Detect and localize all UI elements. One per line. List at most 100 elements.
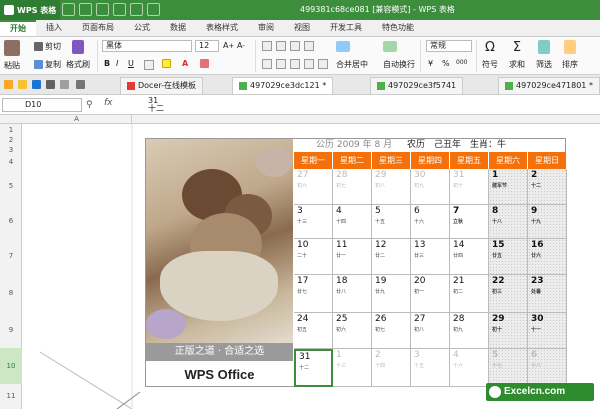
row-5-header[interactable]: 5 [0, 168, 22, 204]
calendar-day-cell[interactable]: 27 初八 [411, 313, 450, 349]
calendar-day-cell[interactable]: 22 初三 [489, 275, 528, 313]
calendar-day-cell[interactable]: 28 初七 [333, 169, 372, 205]
align-center-icon[interactable] [276, 59, 286, 69]
tab-developer[interactable]: 开发工具 [320, 20, 372, 36]
name-box[interactable]: D10 [2, 98, 82, 112]
align-bottom-icon[interactable] [290, 41, 300, 51]
calendar-day-cell[interactable]: 20 初一 [411, 275, 450, 313]
font-color-button[interactable]: A [182, 59, 188, 68]
calendar-day-cell[interactable]: 29 初八 [372, 169, 411, 205]
calendar-day-cell[interactable]: 31 十二 [294, 349, 333, 387]
row-11-header[interactable]: 11 [0, 384, 22, 409]
row-9-header[interactable]: 9 [0, 312, 22, 348]
tab-review[interactable]: 审阅 [248, 20, 284, 36]
tab-view[interactable]: 视图 [284, 20, 320, 36]
align-middle-icon[interactable] [276, 41, 286, 51]
formula-input[interactable]: 31 十二 [148, 97, 164, 113]
row-3-header[interactable]: 3 [0, 144, 22, 156]
doc-tab-1[interactable]: 497029ce3dc121 * [232, 77, 334, 94]
column-a-header[interactable]: A [22, 115, 132, 123]
orientation-icon[interactable] [304, 41, 314, 51]
calendar-day-cell[interactable]: 5 十七 [489, 349, 528, 387]
calendar-day-cell[interactable]: 14 廿四 [450, 239, 489, 275]
home-icon[interactable] [4, 80, 15, 89]
wrap-text-icon-wrap[interactable] [383, 41, 397, 52]
calendar-day-cell[interactable]: 10 二十 [294, 239, 333, 275]
calendar-day-cell[interactable]: 31 初十 [450, 169, 489, 205]
calendar-day-cell[interactable]: 2 十二 [528, 169, 567, 205]
calendar-day-cell[interactable]: 8 十八 [489, 205, 528, 239]
bold-button[interactable]: B [104, 59, 110, 68]
font-size-select[interactable]: 12 [195, 40, 219, 52]
redo-icon[interactable] [147, 3, 160, 16]
calendar-day-cell[interactable]: 12 廿二 [372, 239, 411, 275]
print-doc-icon[interactable] [46, 80, 57, 89]
tab-special[interactable]: 特色功能 [372, 20, 424, 36]
clear-format-button[interactable] [200, 59, 211, 68]
sum-button[interactable]: Σ 求和 [509, 40, 525, 70]
calendar-day-cell[interactable]: 13 廿三 [411, 239, 450, 275]
calendar-day-cell[interactable]: 5 十五 [372, 205, 411, 239]
justify-icon[interactable] [304, 59, 314, 69]
calendar-day-cell[interactable]: 7 立秋 [450, 205, 489, 239]
print-icon[interactable] [113, 3, 126, 16]
calendar-day-cell[interactable]: 15 廿五 [489, 239, 528, 275]
calendar-day-cell[interactable]: 23 处暑 [528, 275, 567, 313]
open-folder-icon[interactable] [18, 80, 29, 89]
open-file-icon[interactable] [79, 3, 92, 16]
new-file-icon[interactable] [62, 3, 75, 16]
indent-icon[interactable] [318, 59, 328, 69]
merge-center-button[interactable]: 合并居中 [336, 59, 368, 70]
currency-button[interactable]: ¥ [428, 59, 433, 68]
calendar-day-cell[interactable]: 2 十四 [372, 349, 411, 387]
filter-button[interactable]: 筛选 [536, 40, 552, 70]
calendar-day-cell[interactable]: 17 廿七 [294, 275, 333, 313]
calendar-day-cell[interactable]: 16 廿六 [528, 239, 567, 275]
calendar-day-cell[interactable]: 30 初九 [411, 169, 450, 205]
calendar-day-cell[interactable]: 30 十一 [528, 313, 567, 349]
calendar-day-cell[interactable]: 27 初六 [294, 169, 333, 205]
row-2-header[interactable]: 2 [0, 136, 22, 144]
app-menu-button[interactable]: WPS 表格 [0, 0, 60, 20]
preview-icon[interactable] [60, 80, 71, 89]
tab-home[interactable]: 开始 [0, 20, 36, 36]
row-6-header[interactable]: 6 [0, 204, 22, 238]
fill-color-button[interactable] [162, 59, 173, 68]
save-doc-icon[interactable] [32, 80, 43, 89]
merge-center-icon-wrap[interactable] [336, 41, 350, 52]
calendar-day-cell[interactable]: 3 十五 [411, 349, 450, 387]
calendar-day-cell[interactable]: 4 十六 [450, 349, 489, 387]
calendar-day-cell[interactable]: 11 廿一 [333, 239, 372, 275]
font-grow-button[interactable]: A + [223, 41, 234, 50]
number-format-select[interactable]: 常规 [426, 40, 472, 52]
calendar-day-cell[interactable]: 26 初七 [372, 313, 411, 349]
row-7-header[interactable]: 7 [0, 238, 22, 274]
doc-tab-docer[interactable]: Docer-在线模板 [120, 77, 204, 94]
calendar-day-cell[interactable]: 1 建军节 [489, 169, 528, 205]
calendar-day-cell[interactable]: 21 初二 [450, 275, 489, 313]
doc-tab-3[interactable]: 497029ce471801 * [498, 77, 600, 94]
tab-page-layout[interactable]: 页面布局 [72, 20, 124, 36]
row-10-header[interactable]: 10 [0, 348, 22, 384]
tab-insert[interactable]: 插入 [36, 20, 72, 36]
doc-tab-2[interactable]: 497029ce3f5741 [370, 77, 464, 94]
calendar-day-cell[interactable]: 18 廿八 [333, 275, 372, 313]
font-name-select[interactable]: 黑体 [102, 40, 192, 52]
align-top-icon[interactable] [262, 41, 272, 51]
calendar-day-cell[interactable]: 19 廿九 [372, 275, 411, 313]
calendar-day-cell[interactable]: 29 初十 [489, 313, 528, 349]
row-1-header[interactable]: 1 [0, 124, 22, 136]
row-4-header[interactable]: 4 [0, 156, 22, 168]
calendar-day-cell[interactable]: 4 十四 [333, 205, 372, 239]
calendar-day-cell[interactable]: 6 十六 [411, 205, 450, 239]
calendar-day-cell[interactable]: 24 初五 [294, 313, 333, 349]
tab-formulas[interactable]: 公式 [124, 20, 160, 36]
calendar-day-cell[interactable]: 9 十九 [528, 205, 567, 239]
calendar-day-cell[interactable]: 25 初六 [333, 313, 372, 349]
sort-button[interactable]: 排序 [562, 40, 578, 70]
calendar-day-cell[interactable]: 1 十三 [333, 349, 372, 387]
border-icon[interactable] [144, 60, 154, 70]
align-left-icon[interactable] [262, 59, 272, 69]
calendar-day-cell[interactable]: 3 十三 [294, 205, 333, 239]
cut-button[interactable]: 剪切 [34, 41, 61, 52]
